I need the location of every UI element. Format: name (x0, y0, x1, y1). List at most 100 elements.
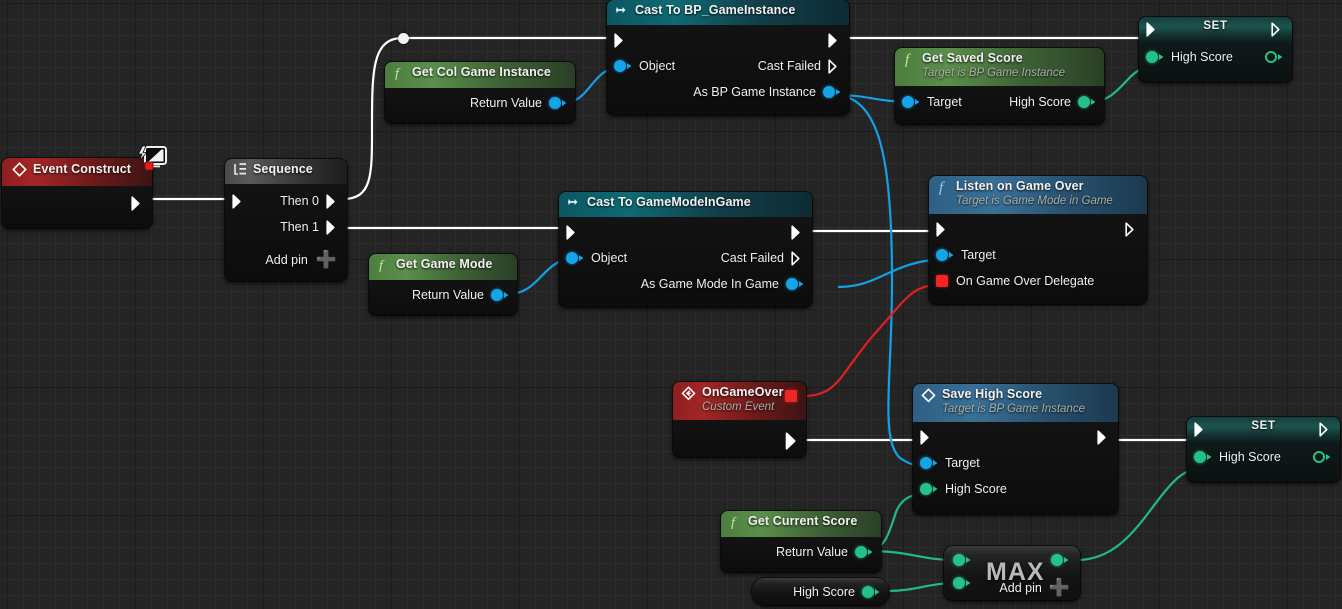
exec-output-pin[interactable] (828, 33, 841, 48)
pin-cast-failed[interactable]: Cast Failed (721, 250, 804, 266)
integer-pin[interactable] (855, 546, 867, 558)
node-title: Get Col Game Instance (412, 65, 551, 79)
pin-nub (1091, 99, 1096, 105)
integer-pin[interactable] (862, 585, 874, 598)
node-title: Listen on Game Over (956, 179, 1084, 193)
node-listen-on-game-over[interactable]: f Listen on Game Over Target is Game Mod… (929, 176, 1147, 304)
node-header: OnGameOver Custom Event (673, 382, 806, 420)
pin-target[interactable]: Target (936, 248, 996, 262)
exec-output-pin[interactable] (1271, 22, 1284, 37)
node-save-high-score[interactable]: Save High Score Target is BP Game Instan… (913, 384, 1118, 514)
node-sequence[interactable]: Sequence Then 0 Then 1 Add pin ➕ (225, 159, 347, 281)
node-on-game-over-custom-event[interactable]: OnGameOver Custom Event (673, 382, 806, 457)
pin-then-0[interactable]: Then 0 (280, 193, 339, 209)
pin-nub (1326, 454, 1331, 460)
event-diamond-icon (921, 387, 936, 418)
add-pin-label: Add pin (265, 253, 308, 267)
node-get-game-mode[interactable]: f Get Game Mode Return Value (369, 254, 517, 315)
pin-nub (933, 460, 938, 466)
delegate-output-pin[interactable] (785, 390, 797, 402)
pin-high-score-input[interactable]: High Score (1194, 450, 1281, 464)
pin-object-input[interactable]: Object (566, 251, 627, 265)
delegate-pin[interactable] (936, 275, 948, 287)
pin-on-game-over-delegate[interactable]: On Game Over Delegate (936, 274, 1094, 288)
integer-pin[interactable] (1146, 51, 1158, 63)
node-set-high-score-bottom[interactable]: SET High Score (1187, 417, 1340, 482)
node-get-col-game-instance[interactable]: f Get Col Game Instance Return Value (385, 62, 575, 123)
plus-icon: ➕ (1048, 578, 1070, 597)
blueprint-event-graph[interactable]: Event Construct Sequence Then 0 Then 1 A… (0, 0, 1342, 609)
pin-label: High Score (1171, 50, 1233, 64)
object-pin[interactable] (823, 86, 835, 98)
integer-pin[interactable] (1051, 554, 1063, 566)
integer-pin[interactable] (953, 577, 965, 589)
object-pin[interactable] (902, 96, 914, 108)
pin-object-input[interactable]: Object (614, 59, 675, 73)
integer-pin[interactable] (920, 483, 932, 495)
exec-input-pin[interactable] (232, 193, 245, 209)
object-pin[interactable] (614, 60, 626, 72)
pin-high-score-output[interactable] (1313, 451, 1331, 463)
node-get-current-score[interactable]: f Get Current Score Return Value (721, 511, 881, 572)
node-cast-to-gamemodeingame[interactable]: Cast To GameModeInGame Object Cast Faile… (559, 192, 812, 307)
object-pin[interactable] (786, 278, 798, 290)
integer-pin-output[interactable] (1265, 51, 1277, 63)
function-f-icon: f (729, 514, 742, 534)
pin-return-value[interactable]: Return Value (776, 545, 873, 559)
pin-high-score-input[interactable]: High Score (1146, 50, 1233, 64)
node-header: f Listen on Game Over Target is Game Mod… (929, 176, 1147, 214)
object-pin[interactable] (566, 252, 578, 264)
object-pin[interactable] (920, 457, 932, 469)
pin-cast-failed[interactable]: Cast Failed (758, 58, 841, 74)
integer-pin[interactable] (1078, 96, 1090, 108)
pin-high-score-output[interactable]: High Score (1009, 95, 1096, 109)
node-cast-to-bp-gameinstance[interactable]: Cast To BP_GameInstance Object Cast Fail… (607, 0, 849, 115)
pin-max-output[interactable] (1051, 554, 1069, 566)
pin-then-1[interactable]: Then 1 (280, 219, 339, 235)
pin-as-game-mode-in-game[interactable]: As Game Mode In Game (641, 277, 804, 291)
node-subtitle: Target is BP Game Instance (942, 403, 1085, 415)
exec-input-pin[interactable] (1146, 22, 1159, 37)
exec-output-pin[interactable] (791, 225, 804, 240)
pin-high-score[interactable]: High Score (920, 482, 1007, 496)
exec-input-pin[interactable] (566, 225, 579, 240)
pin-target[interactable]: Target (902, 95, 962, 109)
exec-input-pin[interactable] (920, 430, 933, 445)
add-pin-button[interactable]: Add pin ➕ (225, 247, 347, 273)
exec-input-pin[interactable] (936, 222, 949, 237)
function-f-icon: f (377, 257, 390, 277)
exec-input-pin[interactable] (614, 33, 627, 48)
variable-label: High Score (793, 584, 855, 599)
node-header: SET (1139, 17, 1292, 42)
node-title: Get Game Mode (396, 257, 493, 271)
node-set-high-score-top[interactable]: SET High Score (1139, 17, 1292, 82)
add-pin-button[interactable]: Add pin ➕ (999, 578, 1070, 597)
object-pin[interactable] (936, 249, 948, 261)
exec-input-pin[interactable] (1194, 422, 1207, 437)
node-title: Cast To GameModeInGame (587, 195, 751, 209)
pin-return-value[interactable]: Return Value (470, 96, 567, 110)
exec-output-pin[interactable] (785, 432, 798, 450)
node-get-saved-score[interactable]: f Get Saved Score Target is BP Game Inst… (895, 48, 1104, 124)
integer-pin[interactable] (1194, 451, 1206, 463)
exec-output-pin[interactable] (1097, 430, 1110, 445)
exec-reroute-knot[interactable] (398, 33, 409, 44)
integer-pin-output[interactable] (1313, 451, 1325, 463)
pin-max-input-a[interactable] (953, 554, 971, 566)
pin-target[interactable]: Target (920, 456, 980, 470)
exec-output-pin[interactable] (1125, 222, 1138, 237)
exec-output-pin[interactable] (1319, 422, 1332, 437)
object-pin[interactable] (491, 289, 503, 301)
pin-as-bp-game-instance[interactable]: As BP Game Instance (693, 85, 841, 99)
node-max[interactable]: MAX Add pin ➕ (944, 546, 1080, 600)
exec-output-pin[interactable] (131, 195, 144, 211)
node-get-high-score-variable[interactable]: High Score (752, 578, 889, 605)
node-event-construct[interactable]: Event Construct (2, 158, 152, 228)
pin-nub (915, 99, 920, 105)
object-pin[interactable] (549, 97, 561, 109)
pin-max-input-b[interactable] (953, 577, 971, 589)
pin-high-score-output[interactable] (1265, 51, 1283, 63)
integer-pin[interactable] (953, 554, 965, 566)
pin-return-value[interactable]: Return Value (412, 288, 509, 302)
pin-label: High Score (945, 482, 1007, 496)
